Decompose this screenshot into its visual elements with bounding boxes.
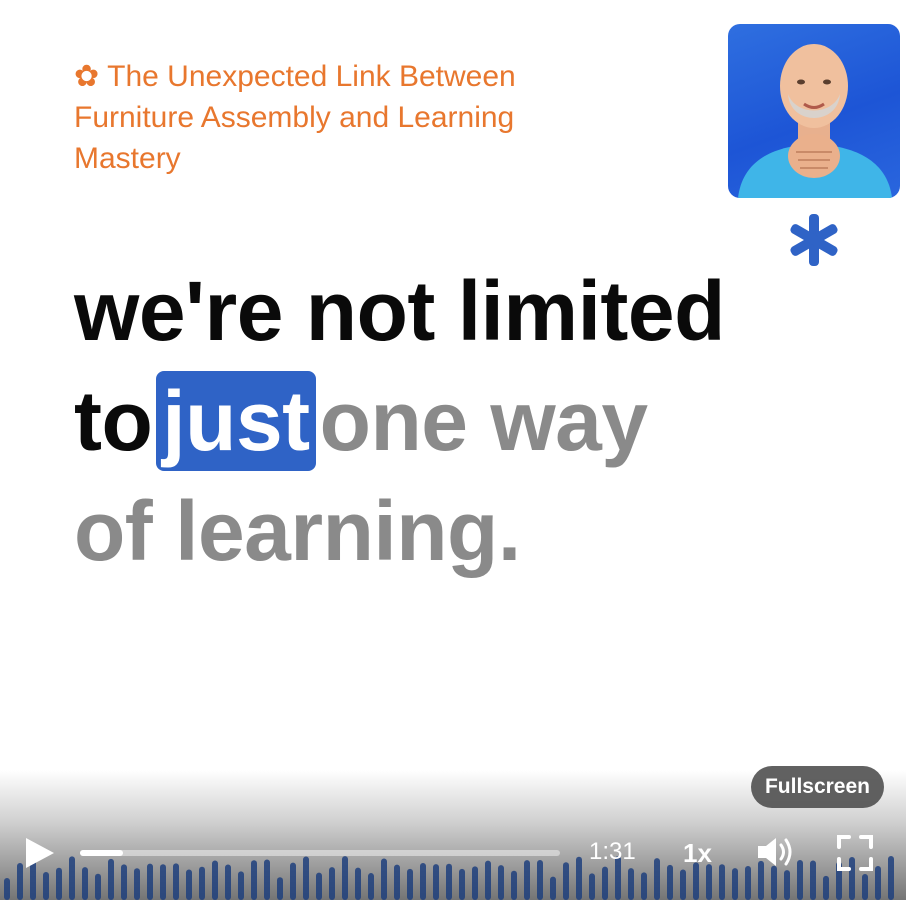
presenter-avatar — [728, 24, 900, 198]
video-player-stage: ✿ The Unexpected Link Between Furniture A… — [0, 0, 906, 900]
playback-speed-button[interactable]: 1x — [683, 838, 712, 869]
caption-current-word: just — [156, 371, 316, 471]
caption-spoken-words: to — [74, 374, 153, 468]
waveform-bar — [4, 878, 10, 900]
control-bar: 1:31 1x — [0, 828, 906, 878]
waveform-bar — [277, 877, 283, 900]
flower-icon: ✿ — [74, 60, 100, 93]
presenter-photo — [738, 44, 892, 198]
seek-bar[interactable] — [80, 850, 560, 856]
transcript-caption: we're not limited to just one way of learn… — [74, 256, 834, 586]
caption-line-3: of learning. — [74, 476, 834, 586]
player-controls-overlay: Fullscreen 1:31 1x — [0, 766, 906, 900]
caption-pending-words: of learning. — [74, 484, 521, 578]
caption-pending-words: one way — [319, 374, 648, 468]
caption-spoken-words: we're not limited — [74, 264, 725, 358]
caption-line-2: to just one way — [74, 366, 834, 476]
seek-bar-played — [80, 850, 124, 856]
play-icon[interactable] — [22, 836, 56, 870]
volume-icon[interactable] — [756, 834, 796, 870]
time-display: 1:31 — [589, 838, 636, 865]
fullscreen-tooltip: Fullscreen — [750, 766, 884, 808]
waveform-bar — [550, 876, 556, 900]
episode-title-text: The Unexpected Link Between Furniture As… — [74, 60, 516, 175]
waveform-bar — [823, 875, 829, 900]
episode-title: ✿ The Unexpected Link Between Furniture A… — [74, 56, 544, 179]
caption-line-1: we're not limited — [74, 256, 834, 366]
fullscreen-icon[interactable] — [836, 834, 874, 872]
